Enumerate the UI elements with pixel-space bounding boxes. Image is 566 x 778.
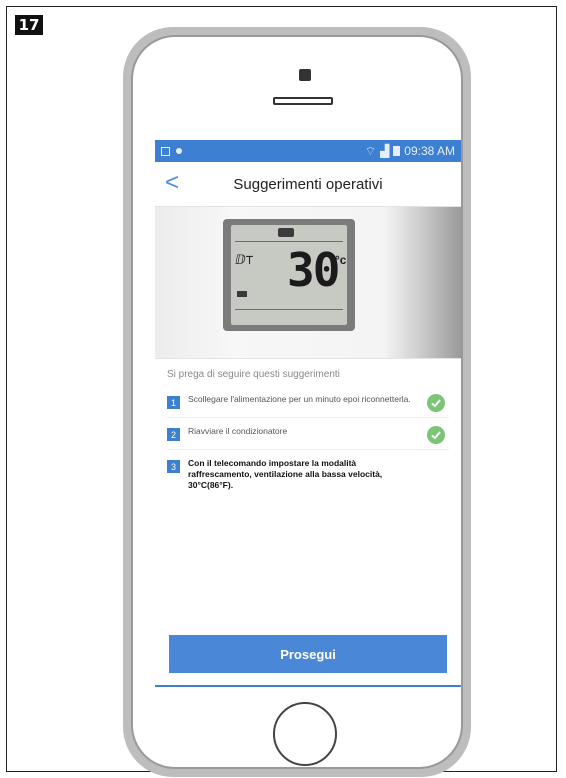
back-chevron-icon[interactable]: < <box>165 169 179 197</box>
phone-screen: ⌔ ▟ 09:38 AM < Suggerimenti operativi ⅅ⊤… <box>155 140 461 705</box>
tips-section: Si prega di seguire questi suggerimenti … <box>155 359 461 499</box>
speaker-grille <box>273 97 333 105</box>
lcd-temperature: 30 <box>287 243 340 297</box>
wifi-icon: ⌔ <box>364 143 377 158</box>
lcd-divider <box>235 309 343 310</box>
tip-item: 1 Scollegare l'alimentazione per un minu… <box>167 386 449 418</box>
lcd-mode-icon <box>278 228 294 237</box>
status-bar: ⌔ ▟ 09:38 AM <box>155 140 461 162</box>
tip-text: Scollegare l'alimentazione per un minuto… <box>188 394 411 404</box>
signal-icon: ▟ <box>380 144 390 158</box>
footer-divider <box>155 685 461 687</box>
save-icon <box>161 146 170 156</box>
remote-display-image: ⅅ⊤ 30 °c <box>155 207 461 359</box>
lcd-screen: ⅅ⊤ 30 °c <box>231 225 347 325</box>
lcd-unit: °c <box>335 253 347 267</box>
tip-text: Con il telecomando impostare la modalità… <box>188 458 383 490</box>
tip-number: 3 <box>167 460 180 473</box>
phone-face: ⌔ ▟ 09:38 AM < Suggerimenti operativi ⅅ⊤… <box>131 35 463 769</box>
home-button[interactable] <box>273 702 337 766</box>
lcd-divider <box>235 241 343 242</box>
camera-icon <box>299 69 311 81</box>
step-number-badge: 17 <box>15 15 43 35</box>
notification-icon <box>176 148 182 154</box>
check-icon <box>427 394 445 412</box>
tip-text: Riavviare il condizionatore <box>188 426 288 436</box>
battery-icon <box>393 146 401 156</box>
figure-frame: 17 ⌔ ▟ 09:38 AM < Suggerimenti operativi… <box>6 6 557 777</box>
lcd-indicator-icon <box>237 291 247 297</box>
page-title: Suggerimenti operativi <box>233 175 383 193</box>
tip-item: 2 Riavviare il condizionatore <box>167 418 449 450</box>
tip-number: 2 <box>167 428 180 441</box>
status-time: 09:38 AM <box>404 144 455 158</box>
continue-button[interactable]: Prosegui <box>169 635 447 673</box>
tip-number: 1 <box>167 396 180 409</box>
tips-intro: Si prega di seguire questi suggerimenti <box>167 369 340 380</box>
phone-body: ⌔ ▟ 09:38 AM < Suggerimenti operativi ⅅ⊤… <box>123 27 471 777</box>
tip-item: 3 Con il telecomando impostare la modali… <box>167 450 449 499</box>
nav-bar: < Suggerimenti operativi <box>155 162 461 207</box>
check-icon <box>427 426 445 444</box>
fan-mode-icon: ⅅ⊤ <box>235 253 254 268</box>
